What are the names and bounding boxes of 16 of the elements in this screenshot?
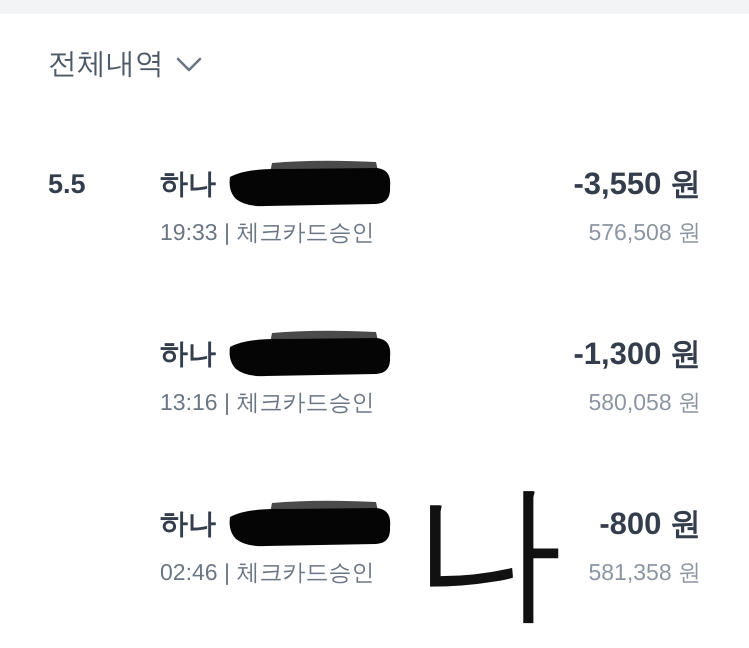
transaction-amount: -1,300 원 — [573, 337, 701, 371]
transaction-date: 5.5 — [48, 168, 86, 201]
merchant-name: 하나 — [160, 337, 216, 371]
transaction-detail: 19:33 | 체크카드승인 — [160, 218, 374, 246]
merchant-name: 하나 — [160, 507, 216, 541]
balance-amount: 580,058 원 — [588, 388, 701, 416]
balance-amount: 576,508 원 — [588, 218, 701, 246]
filter-dropdown[interactable]: 전체내역 — [46, 45, 204, 83]
balance-amount: 581,358 원 — [588, 558, 701, 586]
transaction-amount: -800 원 — [599, 507, 701, 541]
transaction-detail: 13:16 | 체크카드승인 — [160, 388, 374, 416]
handwritten-annotation: 나 — [414, 478, 562, 626]
transaction-detail: 02:46 | 체크카드승인 — [160, 558, 374, 586]
merchant-name: 하나 — [160, 167, 216, 201]
transaction-amount: -3,550 원 — [573, 167, 701, 201]
chevron-down-icon — [176, 56, 202, 72]
